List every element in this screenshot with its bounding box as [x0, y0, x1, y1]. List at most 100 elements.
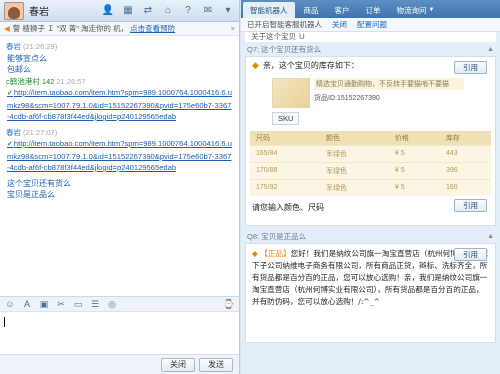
message-link[interactable]: ✔http://item.taobao.com/item.htm?spm=989… — [6, 87, 233, 123]
q8-title-bar: Q8: 宝贝是正品么 ▲ — [241, 229, 500, 243]
send-button[interactable]: 发送 — [199, 357, 233, 372]
tab-label: 智能机器人 — [250, 5, 288, 15]
message-text: 宝贝是正品么 — [7, 190, 55, 199]
input-toolbar: ☺ A ▣ ✂ ▭ ☰ ◎ ⌚ — [0, 296, 239, 312]
answer-mark-icon: ◆ — [252, 60, 259, 70]
stock-cell: 军绿色 — [319, 144, 389, 162]
stock-table-header: 尺码 颜色 价格 库存 — [250, 131, 491, 145]
emoji-icon[interactable]: ☺ — [4, 298, 16, 310]
product-id: 货品ID:15152267390 — [314, 95, 380, 102]
shake-icon[interactable]: ◎ — [106, 298, 118, 310]
tab-0[interactable]: 智能机器人 — [243, 2, 295, 18]
stock-cell: ¥ 5 — [388, 178, 440, 196]
message-list: 春岩 (21:26:29) 能够宣点么 包邮么 c鹤池港村 142 21:26:57 ✔ht… — [0, 37, 239, 292]
tab-label: 物流询问 — [396, 5, 427, 15]
collapse-icon[interactable]: ▲ — [487, 46, 494, 53]
tab-2[interactable]: 客户 — [328, 2, 357, 18]
close-icon[interactable]: × — [231, 24, 235, 33]
q7-footer: 请您输入颜色、尺码 引用 — [246, 196, 495, 219]
sender-name[interactable]: 春岩 — [6, 128, 21, 137]
sku-tag: SKU — [272, 112, 300, 125]
screenshot-icon[interactable]: ✂ — [55, 298, 67, 310]
message-link[interactable]: ✔http://item.taobao.com/item.htm?spm=989… — [6, 138, 233, 174]
tab-3[interactable]: 订单 — [359, 2, 388, 18]
message-sender[interactable]: 春岩 (21:26:29) — [6, 41, 233, 53]
collapse-icon[interactable]: ▲ — [487, 233, 494, 240]
close-button[interactable]: 关闭 — [161, 357, 195, 372]
stock-cell: 175/92 — [250, 178, 320, 196]
q7-title: Q7: 这个宝贝还有货么 — [247, 44, 322, 54]
transfer-icon[interactable]: ⇄ — [141, 4, 155, 18]
phrase-icon[interactable]: ☰ — [89, 298, 101, 310]
stock-row: 165/84 军绿色 ¥ 5 443 — [250, 144, 491, 162]
sender-name[interactable]: c鹤池港村 142 — [6, 77, 54, 86]
message-sender[interactable]: 春岩 (21:27:07) — [6, 127, 233, 139]
help-icon[interactable]: ? — [181, 4, 195, 18]
history-icon[interactable]: ⌚ — [223, 298, 235, 310]
chat-toolbar: 👤 ▦ ⇄ ⌂ ? ✉ ▾ — [101, 4, 235, 18]
stock-table: 尺码 颜色 价格 库存 165/84 军绿色 ¥ 5 443 170/88 军绿色 ¥ 5 396 1… — [250, 131, 491, 196]
message-text: 能够宣点么 — [7, 53, 47, 63]
stock-header-cell: 价格 — [388, 131, 440, 145]
sender-name[interactable]: 春岩 — [6, 42, 21, 51]
stock-row: 170/88 军绿色 ¥ 5 396 — [250, 161, 491, 179]
mail-icon[interactable]: ✉ — [201, 4, 215, 18]
product-card[interactable]: 精选宝贝通勤购物，不反转手要猫哨不要猫 货品ID:15152267390 — [272, 78, 487, 108]
q7-card: ◆ 亲，这个宝贝的库存如下： 引用 精选宝贝通勤购物，不反转手要猫哨不要猫 货品… — [245, 56, 496, 226]
q8-title: Q8: 宝贝是正品么 — [247, 231, 307, 241]
message-sender[interactable]: c鹤池港村 142 21:26:57 — [6, 76, 233, 88]
message-text: 这个宝贝还有货么 — [7, 178, 71, 188]
notice-text: 警 楂狮子 Ｉ "双 菁" 淘走你的 机， — [12, 24, 129, 33]
tab-label: 订单 — [365, 5, 381, 15]
notice-link[interactable]: 点击查看预防 — [130, 23, 175, 34]
robot-status-text: 已开启智能客服机器人 — [247, 20, 322, 29]
product-thumbnail — [272, 78, 310, 108]
message-time: (21:26:29) — [23, 42, 58, 51]
message-input[interactable] — [0, 313, 239, 353]
stock-cell: 165/84 — [250, 144, 320, 162]
horn-icon: ◀ — [4, 24, 10, 33]
robot-close-link[interactable]: 关闭 — [332, 19, 347, 30]
stock-header-cell: 库存 — [439, 131, 491, 145]
chat-panel: 春岩 👤 ▦ ⇄ ⌂ ? ✉ ▾ ◀ 警 楂狮子 Ｉ "双 菁" 淘走你的 机，… — [0, 0, 240, 374]
q8-answer-tag: 【正品】 — [260, 249, 291, 258]
chat-titlebar: 春岩 👤 ▦ ⇄ ⌂ ? ✉ ▾ — [0, 0, 239, 22]
side-tabs: 智能机器人 商品 客户 订单 物流询问 ▼ — [241, 0, 500, 18]
stock-cell: 396 — [439, 161, 491, 179]
previous-answer-snippet: 关于这个宝贝 Ｕ — [245, 32, 496, 42]
stock-header-cell: 尺码 — [250, 131, 320, 145]
tab-4[interactable]: 物流询问 ▼ — [390, 2, 442, 18]
q8-cite-button[interactable]: 引用 — [454, 248, 487, 261]
verified-check-icon: ✔ — [7, 90, 13, 97]
stock-cell: 170/88 — [250, 161, 320, 179]
shop-icon[interactable]: ⌂ — [161, 4, 175, 18]
tab-1[interactable]: 商品 — [297, 2, 326, 18]
image-icon[interactable]: ▣ — [38, 298, 50, 310]
q7-cite-button[interactable]: 引用 — [454, 61, 487, 74]
q7-footer-cite-button[interactable]: 引用 — [454, 199, 487, 212]
product-title: 精选宝贝通勤购物，不反转手要猫哨不要猫 — [314, 78, 464, 90]
robot-settings-link[interactable]: 配置问题 — [357, 19, 387, 30]
user-icon[interactable]: 👤 — [101, 4, 115, 18]
link-text[interactable]: http://item.taobao.com/item.htm?spm=989.… — [7, 88, 232, 121]
more-icon[interactable]: ▾ — [221, 4, 235, 18]
contact-avatar[interactable] — [4, 1, 24, 20]
message-text: 包邮么 — [7, 65, 31, 74]
answer-mark-icon: ◆ — [252, 249, 258, 258]
link-text[interactable]: http://item.taobao.com/item.htm?spm=989.… — [7, 139, 232, 172]
text-caret — [4, 317, 5, 327]
card-icon[interactable]: ▦ — [121, 4, 135, 18]
folder-icon[interactable]: ▭ — [72, 298, 84, 310]
chevron-down-icon: ▼ — [428, 7, 435, 13]
message-time: 21:26:57 — [56, 76, 86, 86]
stock-cell: 军绿色 — [319, 161, 389, 179]
q8-card: 引用 ◆ 【正品】您好！我们是纳纹公司旗一淘宝直营店（杭州何博实业）旗下子公司纳… — [245, 243, 496, 343]
robot-status: 已开启智能客服机器人 关闭 配置问题 — [241, 18, 500, 32]
message-time: (21:27:07) — [23, 127, 58, 137]
font-icon[interactable]: A — [21, 298, 33, 310]
stock-row: 175/92 军绿色 ¥ 5 160 — [250, 178, 491, 196]
security-notice: ◀ 警 楂狮子 Ｉ "双 菁" 淘走你的 机， 点击查看预防 × — [0, 22, 239, 36]
q7-title-bar: Q7: 这个宝贝还有货么 ▲ — [241, 42, 500, 56]
product-info: 精选宝贝通勤购物，不反转手要猫哨不要猫 货品ID:15152267390 — [314, 78, 464, 108]
stock-cell: ¥ 5 — [388, 161, 440, 179]
